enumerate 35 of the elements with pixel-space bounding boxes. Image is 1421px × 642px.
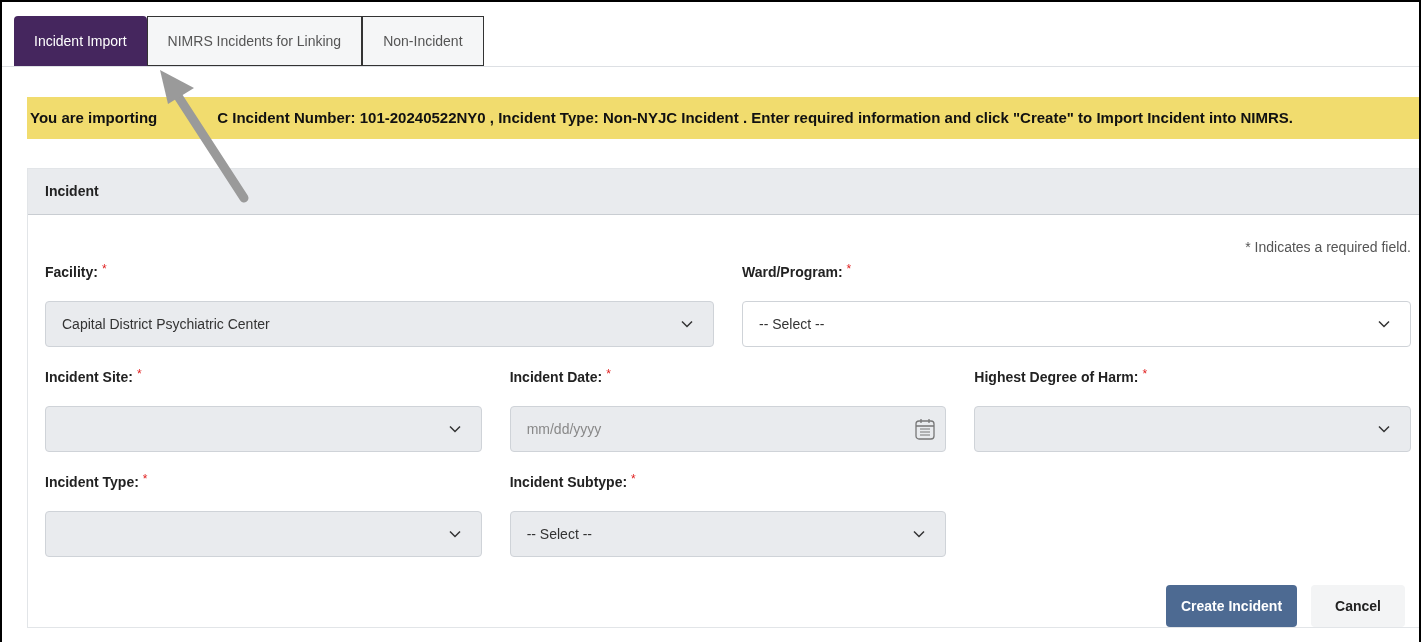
required-marker: * bbox=[1142, 368, 1148, 380]
chevron-down-icon bbox=[913, 530, 926, 538]
cancel-button[interactable]: Cancel bbox=[1311, 585, 1405, 627]
field-label: Incident Site: bbox=[45, 368, 133, 387]
required-note: * Indicates a required field. bbox=[1245, 238, 1411, 257]
create-button[interactable]: Create Incident bbox=[1165, 585, 1298, 627]
required-marker: * bbox=[606, 368, 611, 380]
required-marker: * bbox=[136, 368, 142, 380]
required-marker: * bbox=[101, 263, 107, 275]
chevron-down-icon bbox=[448, 530, 461, 538]
select-value: Capital District Psychiatric Center bbox=[62, 314, 270, 334]
banner-text: C Incident Number: 101-20240522NY0 , Incident Type: Non-NYJC Incident . Enter required information and click "Create" to Import Incident into NIMRS. bbox=[217, 109, 1294, 126]
chevron-down-icon bbox=[1378, 320, 1390, 328]
select-value: -- Select -- bbox=[526, 524, 592, 544]
chevron-down-icon bbox=[1378, 425, 1390, 433]
chevron-down-icon bbox=[681, 320, 693, 328]
required-marker: * bbox=[142, 473, 148, 485]
tab[interactable]: NIMRS Incidents for Linking bbox=[146, 16, 363, 66]
tab[interactable]: Non-Incident bbox=[362, 16, 484, 66]
field-label: Incident Subtype: bbox=[509, 473, 628, 492]
required-marker: * bbox=[846, 263, 852, 275]
calendar-icon bbox=[915, 418, 936, 440]
chevron-down-icon bbox=[448, 425, 461, 433]
field-label: Incident Date: bbox=[509, 368, 603, 387]
field-label: Facility: bbox=[45, 263, 98, 282]
tab[interactable]: Incident Import bbox=[14, 16, 147, 66]
banner-text: You are importing bbox=[30, 109, 158, 126]
field-label: Ward/Program: bbox=[742, 263, 843, 282]
date-placeholder: mm/dd/yyyy bbox=[526, 419, 602, 439]
field-label: Highest Degree of Harm: bbox=[974, 368, 1139, 387]
panel-title: Incident bbox=[45, 182, 99, 201]
select-field[interactable]: -- Select -- bbox=[742, 301, 1411, 347]
field-label: Incident Type: bbox=[45, 473, 139, 492]
select-value: -- Select -- bbox=[759, 314, 825, 334]
required-marker: * bbox=[631, 473, 636, 485]
